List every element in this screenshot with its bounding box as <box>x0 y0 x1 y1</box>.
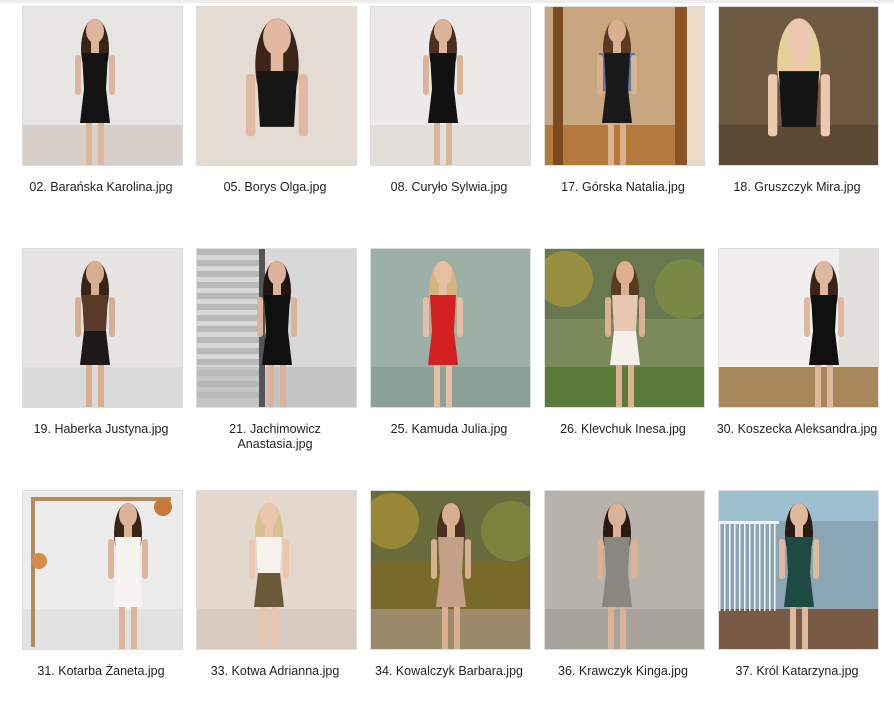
photo-image <box>197 249 356 407</box>
file-name-label[interactable]: 37. Król Katarzyna.jpg <box>714 664 880 679</box>
photo-image <box>719 491 878 649</box>
photo-image <box>371 7 530 165</box>
photo-image <box>545 7 704 165</box>
file-name-label[interactable]: 30. Koszecka Aleksandra.jpg <box>714 422 880 437</box>
photo-image <box>719 7 878 165</box>
file-tile[interactable]: 05. Borys Olga.jpg <box>192 6 366 236</box>
photo-thumbnail[interactable] <box>544 490 705 650</box>
photo-image <box>23 491 182 649</box>
file-name-label[interactable]: 36. Krawczyk Kinga.jpg <box>540 664 706 679</box>
file-tile[interactable]: 30. Koszecka Aleksandra.jpg <box>714 248 888 478</box>
photo-image <box>23 7 182 165</box>
file-tile[interactable]: 26. Klevchuk Inesa.jpg <box>540 248 714 478</box>
file-tile[interactable]: 21. Jachimowicz Anastasia.jpg <box>192 248 366 478</box>
file-name-label[interactable]: 34. Kowalczyk Barbara.jpg <box>366 664 532 679</box>
file-tile[interactable]: 02. Barańska Karolina.jpg <box>18 6 192 236</box>
file-name-label[interactable]: 33. Kotwa Adrianna.jpg <box>192 664 358 679</box>
file-tile[interactable]: 08. Curyło Sylwia.jpg <box>366 6 540 236</box>
photo-thumbnail[interactable] <box>22 6 183 166</box>
file-tile[interactable]: 31. Kotarba Żaneta.jpg <box>18 490 192 720</box>
file-tile[interactable]: 33. Kotwa Adrianna.jpg <box>192 490 366 720</box>
photo-thumbnail[interactable] <box>22 248 183 408</box>
file-tile[interactable]: 17. Górska Natalia.jpg <box>540 6 714 236</box>
file-name-label[interactable]: 26. Klevchuk Inesa.jpg <box>540 422 706 437</box>
file-tile[interactable]: 37. Król Katarzyna.jpg <box>714 490 888 720</box>
file-tile[interactable]: 25. Kamuda Julia.jpg <box>366 248 540 478</box>
photo-thumbnail[interactable] <box>370 490 531 650</box>
photo-image <box>197 7 356 165</box>
file-name-label[interactable]: 17. Górska Natalia.jpg <box>540 180 706 195</box>
photo-image <box>371 249 530 407</box>
file-name-label[interactable]: 05. Borys Olga.jpg <box>192 180 358 195</box>
photo-image <box>371 491 530 649</box>
file-tile[interactable]: 34. Kowalczyk Barbara.jpg <box>366 490 540 720</box>
file-grid: 02. Barańska Karolina.jpg 05. Borys Olga.… <box>0 0 894 681</box>
photo-thumbnail[interactable] <box>196 6 357 166</box>
file-name-label[interactable]: 18. Gruszczyk Mira.jpg <box>714 180 880 195</box>
photo-image <box>719 249 878 407</box>
photo-thumbnail[interactable] <box>718 490 879 650</box>
file-name-label[interactable]: 08. Curyło Sylwia.jpg <box>366 180 532 195</box>
photo-image <box>197 491 356 649</box>
photo-thumbnail[interactable] <box>544 6 705 166</box>
file-tile[interactable]: 18. Gruszczyk Mira.jpg <box>714 6 888 236</box>
file-name-label[interactable]: 25. Kamuda Julia.jpg <box>366 422 532 437</box>
photo-image <box>23 249 182 407</box>
photo-thumbnail[interactable] <box>544 248 705 408</box>
photo-thumbnail[interactable] <box>370 6 531 166</box>
file-name-label[interactable]: 02. Barańska Karolina.jpg <box>18 180 184 195</box>
photo-thumbnail[interactable] <box>718 248 879 408</box>
photo-thumbnail[interactable] <box>22 490 183 650</box>
file-name-label[interactable]: 31. Kotarba Żaneta.jpg <box>18 664 184 679</box>
photo-thumbnail[interactable] <box>718 6 879 166</box>
file-tile[interactable]: 36. Krawczyk Kinga.jpg <box>540 490 714 720</box>
photo-thumbnail[interactable] <box>196 490 357 650</box>
photo-image <box>545 249 704 407</box>
photo-thumbnail[interactable] <box>370 248 531 408</box>
photo-image <box>545 491 704 649</box>
file-tile[interactable]: 19. Haberka Justyna.jpg <box>18 248 192 478</box>
file-name-label[interactable]: 19. Haberka Justyna.jpg <box>18 422 184 437</box>
photo-thumbnail[interactable] <box>196 248 357 408</box>
file-name-label[interactable]: 21. Jachimowicz Anastasia.jpg <box>192 422 358 452</box>
